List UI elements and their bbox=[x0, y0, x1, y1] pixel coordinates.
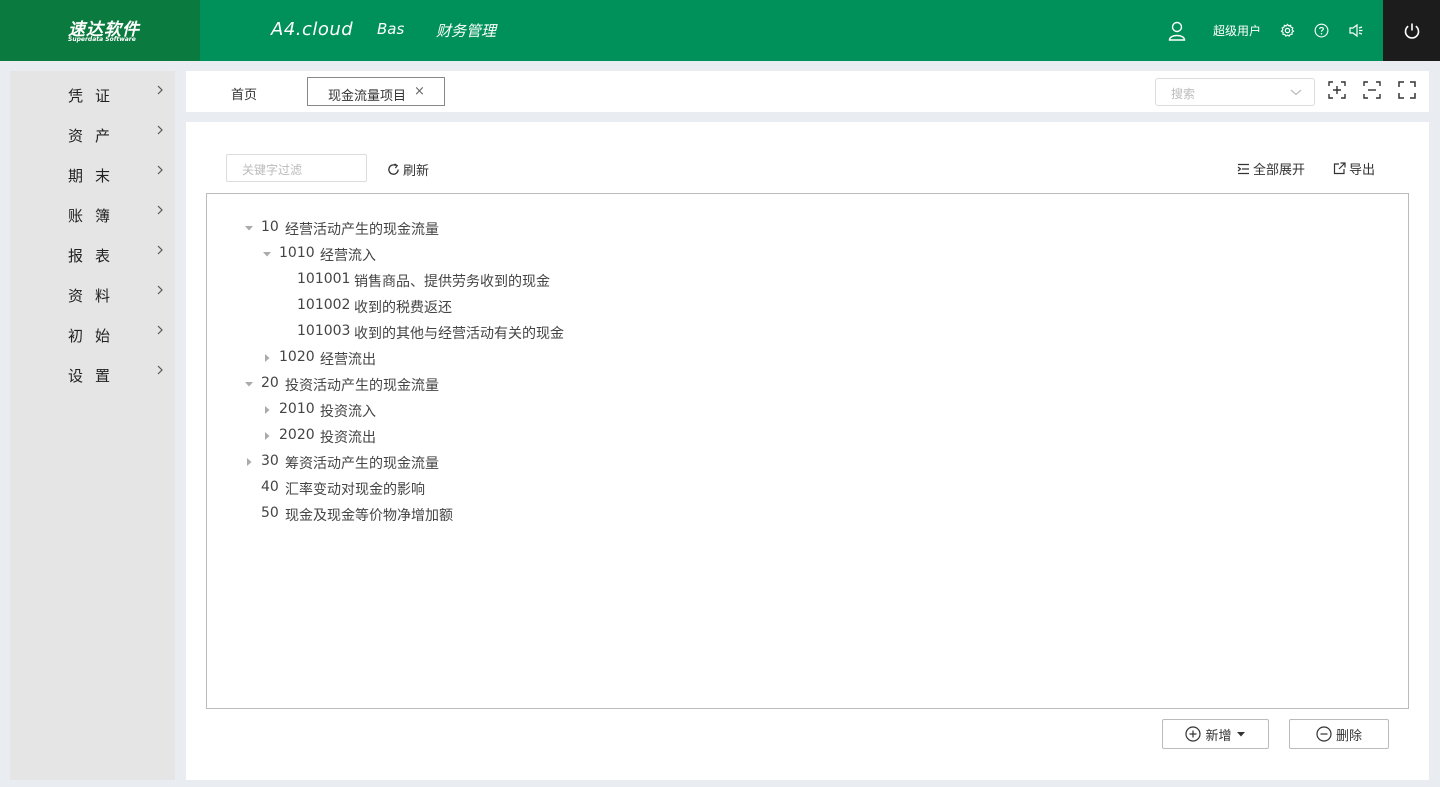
tree-node-name: 现金及现金等价物净增加额 bbox=[285, 508, 453, 524]
chevron-right-icon bbox=[157, 285, 163, 295]
fullscreen-icon[interactable] bbox=[1398, 81, 1416, 99]
caret-down-icon[interactable] bbox=[245, 224, 253, 232]
tree-node-code: 101001 bbox=[297, 271, 351, 287]
sidebar-item-period-end[interactable]: 期末 bbox=[10, 153, 175, 193]
chevron-right-icon bbox=[157, 245, 163, 255]
sidebar-item-ledger[interactable]: 账簿 bbox=[10, 193, 175, 233]
tab-cash-flow-items[interactable]: 现金流量项目 × bbox=[307, 77, 445, 106]
chevron-down-icon bbox=[1290, 89, 1302, 96]
caret-right-icon[interactable] bbox=[263, 406, 271, 414]
chevron-right-icon bbox=[157, 365, 163, 375]
expand-list-icon bbox=[1237, 163, 1249, 174]
tree-node-name: 收到的其他与经营活动有关的现金 bbox=[354, 326, 564, 342]
tree-node-name: 汇率变动对现金的影响 bbox=[285, 482, 425, 498]
user-icon[interactable] bbox=[1168, 0, 1186, 61]
tree-node-code: 20 bbox=[261, 375, 279, 391]
sidebar-item-label: 资产 bbox=[68, 127, 123, 145]
tree-node-name: 销售商品、提供劳务收到的现金 bbox=[354, 274, 550, 290]
logo: 速达软件 Superdata Software bbox=[0, 0, 200, 61]
keyword-filter-input[interactable]: 关键字过滤 bbox=[226, 154, 367, 182]
tree-node-code: 101003 bbox=[297, 323, 351, 339]
tree-node-name: 经营流入 bbox=[320, 248, 376, 264]
sidebar-item-label: 报表 bbox=[68, 247, 123, 265]
tree-node-code: 1010 bbox=[279, 245, 315, 261]
sidebar-item-label: 期末 bbox=[68, 167, 123, 185]
power-icon[interactable] bbox=[1383, 0, 1440, 61]
tree-node-name: 投资活动产生的现金流量 bbox=[285, 378, 439, 394]
export-label: 导出 bbox=[1349, 163, 1376, 178]
zoom-out-frame-icon[interactable] bbox=[1363, 81, 1381, 99]
main-panel: 关键字过滤 刷新 全部展开 导出 10 经营活动产生的现金流量 1010 经营流… bbox=[186, 122, 1429, 780]
speaker-icon[interactable] bbox=[1348, 0, 1364, 61]
tree-node-code: 10 bbox=[261, 219, 279, 235]
sidebar-item-voucher[interactable]: 凭证 bbox=[10, 73, 175, 113]
tree-node-code: 101002 bbox=[297, 297, 351, 313]
tree-node-code: 2010 bbox=[279, 401, 315, 417]
nav-finance[interactable]: 财务管理 bbox=[436, 20, 496, 41]
sidebar-item-settings[interactable]: 设置 bbox=[10, 353, 175, 393]
tree-node-code: 30 bbox=[261, 453, 279, 469]
tab-label: 现金流量项目 bbox=[328, 89, 407, 104]
add-button[interactable]: 新增 bbox=[1162, 719, 1269, 749]
chevron-right-icon bbox=[157, 325, 163, 335]
delete-button[interactable]: 删除 bbox=[1289, 719, 1389, 749]
tree-node-code: 1020 bbox=[279, 349, 315, 365]
expand-all-button[interactable]: 全部展开 bbox=[1237, 159, 1305, 178]
add-label: 新增 bbox=[1205, 728, 1232, 744]
sidebar-item-reports[interactable]: 报表 bbox=[10, 233, 175, 273]
export-button[interactable]: 导出 bbox=[1333, 159, 1375, 178]
sidebar-item-initial[interactable]: 初始 bbox=[10, 313, 175, 353]
tree-node-name: 投资流入 bbox=[320, 404, 376, 420]
sidebar-item-label: 账簿 bbox=[68, 207, 123, 225]
top-bar: 速达软件 Superdata Software A4.cloud Bas 财务管… bbox=[0, 0, 1440, 61]
caret-down-icon[interactable] bbox=[1236, 730, 1246, 738]
tree-node-code: 2020 bbox=[279, 427, 315, 443]
logo-subtext: Superdata Software bbox=[68, 36, 136, 43]
chevron-right-icon bbox=[157, 125, 163, 135]
refresh-label: 刷新 bbox=[403, 164, 430, 179]
caret-down-icon[interactable] bbox=[263, 250, 271, 258]
export-icon bbox=[1333, 162, 1346, 175]
expand-all-label: 全部展开 bbox=[1253, 163, 1306, 178]
chevron-right-icon bbox=[157, 85, 163, 95]
cash-flow-tree: 10 经营活动产生的现金流量 1010 经营流入 101001 销售商品、提供劳… bbox=[206, 193, 1409, 709]
sidebar-item-label: 初始 bbox=[68, 327, 123, 345]
minus-circle-icon bbox=[1316, 726, 1332, 742]
refresh-icon bbox=[388, 163, 399, 175]
zoom-in-frame-icon[interactable] bbox=[1328, 81, 1346, 99]
refresh-button[interactable]: 刷新 bbox=[387, 160, 429, 179]
chevron-right-icon bbox=[157, 205, 163, 215]
tree-node-name: 经营流出 bbox=[320, 352, 376, 368]
tree-node-name: 投资流出 bbox=[320, 430, 376, 446]
tab-home[interactable]: 首页 bbox=[231, 84, 257, 103]
caret-right-icon[interactable] bbox=[245, 458, 253, 466]
caret-right-icon[interactable] bbox=[263, 432, 271, 440]
tab-bar: 首页 现金流量项目 × 搜索 bbox=[186, 71, 1429, 112]
search-placeholder: 搜索 bbox=[1171, 87, 1196, 101]
tree-node-name: 经营活动产生的现金流量 bbox=[285, 222, 439, 238]
sidebar-item-data[interactable]: 资料 bbox=[10, 273, 175, 313]
search-select[interactable]: 搜索 bbox=[1155, 78, 1315, 106]
sidebar: 凭证 资产 期末 账簿 报表 资料 初始 设置 bbox=[10, 71, 175, 780]
tree-node-code: 50 bbox=[261, 505, 279, 521]
sidebar-item-assets[interactable]: 资产 bbox=[10, 113, 175, 153]
nav-bas[interactable]: Bas bbox=[377, 20, 404, 38]
help-icon[interactable] bbox=[1314, 0, 1329, 61]
caret-right-icon[interactable] bbox=[263, 354, 271, 362]
tree-node-code: 40 bbox=[261, 479, 279, 495]
product-name[interactable]: A4.cloud bbox=[271, 19, 353, 40]
tree-node-name: 收到的税费返还 bbox=[354, 300, 452, 316]
close-icon[interactable]: × bbox=[414, 84, 425, 99]
sidebar-item-label: 资料 bbox=[68, 287, 123, 305]
chevron-right-icon bbox=[157, 165, 163, 175]
sidebar-item-label: 凭证 bbox=[68, 87, 123, 105]
tree-node-name: 筹资活动产生的现金流量 bbox=[285, 456, 439, 472]
gear-icon[interactable] bbox=[1280, 0, 1295, 61]
delete-label: 删除 bbox=[1335, 728, 1362, 744]
caret-down-icon[interactable] bbox=[245, 380, 253, 388]
user-name[interactable]: 超级用户 bbox=[1213, 0, 1261, 61]
sidebar-item-label: 设置 bbox=[68, 367, 123, 385]
plus-circle-icon bbox=[1185, 726, 1202, 742]
